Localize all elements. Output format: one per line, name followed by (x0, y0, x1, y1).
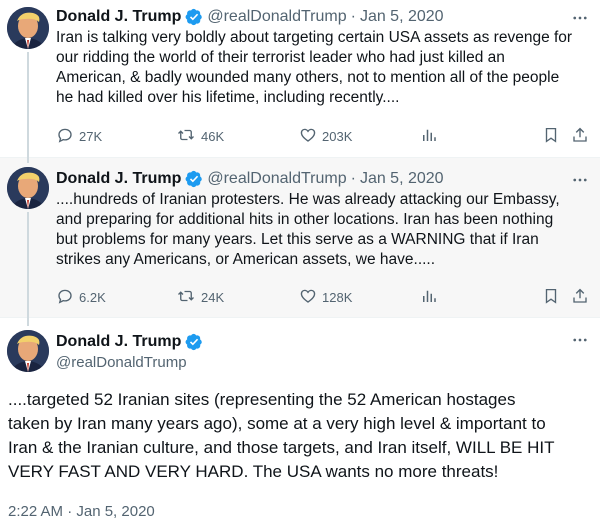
verified-badge-icon (185, 8, 203, 26)
retweet-count: 46K (201, 128, 225, 144)
tweet-text-line: ....hundreds of Iranian protesters. He w… (56, 191, 560, 208)
avatar[interactable] (7, 167, 49, 209)
tweet-text-line: but problems for many years. Let this se… (56, 231, 539, 248)
bookmark-icon (542, 287, 565, 308)
retweet-icon (176, 126, 201, 147)
thread-connector (27, 52, 29, 158)
share-icon (571, 126, 594, 147)
avatar[interactable] (7, 7, 49, 49)
reply-icon (56, 126, 79, 147)
share-button[interactable] (571, 287, 594, 307)
action-bar: 6.2K 24K 128K (56, 287, 596, 307)
thread-connector (27, 158, 29, 163)
author-name[interactable]: Donald J. Trump (56, 333, 181, 351)
author-name[interactable]: Donald J. Trump (56, 169, 181, 189)
tweet-1[interactable]: Donald J. Trump @realDonaldTrump · Jan 5… (0, 0, 600, 158)
bookmark-button[interactable] (542, 287, 565, 307)
thread-connector (27, 212, 29, 318)
retweet-icon (176, 287, 201, 308)
like-button[interactable]: 128K (299, 287, 352, 307)
tweet-text-line: Iran & the Iranian culture, and those ta… (8, 438, 555, 457)
tweet-text-line: our ridding the world of their terrorist… (56, 49, 505, 66)
tweet-text: ....hundreds of Iranian protesters. He w… (56, 190, 596, 270)
more-dots-icon[interactable] (570, 8, 590, 28)
tweet-header: Donald J. Trump @realDonaldTrump · Jan 5… (56, 7, 444, 27)
share-icon (571, 287, 594, 308)
tweet-text-line: he had killed over his lifetime, includi… (56, 89, 400, 106)
retweet-count: 24K (201, 289, 225, 305)
tweet-date[interactable]: Jan 5, 2020 (360, 7, 444, 27)
verified-badge-icon (185, 333, 203, 351)
share-button[interactable] (571, 126, 594, 146)
retweet-button[interactable]: 46K (176, 126, 224, 146)
thread-connector (27, 318, 29, 326)
retweet-button[interactable]: 24K (176, 287, 224, 307)
reply-count: 27K (79, 128, 103, 144)
tweet-text: ....targeted 52 Iranian sites (represent… (8, 388, 554, 484)
action-bar: 27K 46K 203K (56, 126, 596, 146)
tweet-timestamp[interactable]: 2:22 AM · Jan 5, 2020 (8, 503, 155, 520)
views-icon (420, 126, 443, 147)
like-button[interactable]: 203K (299, 126, 352, 146)
tweet-header: Donald J. Trump @realDonaldTrump · Jan 5… (56, 169, 444, 189)
tweet-text-line: ....targeted 52 Iranian sites (represent… (8, 390, 516, 409)
bookmark-icon (542, 126, 565, 147)
tweet-text-line: taken by Iran many years ago), some at a… (8, 414, 546, 433)
tweet-text-line: VERY FAST AND VERY HARD. The USA wants n… (8, 462, 499, 481)
tweet-2[interactable]: Donald J. Trump @realDonaldTrump · Jan 5… (0, 158, 600, 318)
more-dots-icon[interactable] (570, 330, 590, 350)
like-count: 203K (322, 128, 353, 144)
author-handle[interactable]: @realDonaldTrump (56, 354, 187, 371)
separator: · (350, 170, 356, 187)
bookmark-button[interactable] (542, 126, 565, 146)
tweet-text-line: Iran is talking very boldly about target… (56, 29, 573, 46)
reply-count: 6.2K (79, 289, 106, 305)
author-name[interactable]: Donald J. Trump (56, 7, 181, 27)
heart-icon (299, 287, 322, 308)
author-handle[interactable]: @realDonaldTrump (207, 7, 346, 27)
tweet-date[interactable]: Jan 5, 2020 (360, 169, 444, 189)
tweet-text-line: and preparing for additional hits in oth… (56, 211, 554, 228)
views-icon (420, 287, 443, 308)
tweet-text-line: American, & badly wounded many others, n… (56, 69, 560, 86)
reply-button[interactable]: 6.2K (56, 287, 106, 307)
reply-button[interactable]: 27K (56, 126, 102, 146)
author-name-row: Donald J. Trump (56, 333, 203, 351)
heart-icon (299, 126, 322, 147)
separator: · (350, 8, 356, 25)
more-dots-icon[interactable] (570, 170, 590, 190)
avatar[interactable] (7, 330, 49, 372)
views-button[interactable] (420, 287, 443, 307)
reply-icon (56, 287, 79, 308)
author-handle[interactable]: @realDonaldTrump (207, 169, 346, 189)
tweet-text: Iran is talking very boldly about target… (56, 28, 596, 108)
like-count: 128K (322, 289, 353, 305)
verified-badge-icon (185, 170, 203, 188)
views-button[interactable] (420, 126, 443, 146)
tweet-text-line: strikes any Americans, or American asset… (56, 251, 436, 268)
